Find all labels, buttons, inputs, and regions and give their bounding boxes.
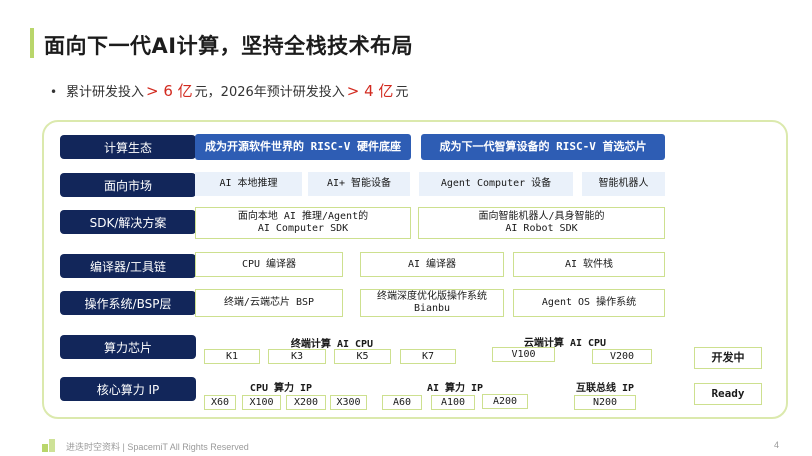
ip-bus-title: 互联总线 IP <box>575 383 635 394</box>
ip-x300: X300 <box>330 395 367 410</box>
bullet-pre: 累计研发投入 <box>66 85 145 100</box>
row-label-sdk: SDK/解决方案 <box>60 210 196 234</box>
footer-copyright: 进迭时空资料 | SpacemiT All Rights Reserved <box>66 442 249 452</box>
market-box-robot: 智能机器人 <box>582 172 665 196</box>
chip-v100: V100 <box>492 347 555 362</box>
os-bianbu-box: 终端深度优化版操作系统 Bianbu <box>360 289 504 317</box>
sdk-ai-robot-box: 面向智能机器人/具身智能的 AI Robot SDK <box>418 207 665 239</box>
ip-x60: X60 <box>204 395 236 410</box>
chip-k7: K7 <box>400 349 456 364</box>
sdk-ai-robot-line1: 面向智能机器人/具身智能的 <box>478 211 605 222</box>
chip-v200: V200 <box>592 349 652 364</box>
ip-cpu-title: CPU 算力 IP <box>249 383 313 394</box>
chip-k5: K5 <box>334 349 391 364</box>
bullet-mid: 元，2026年预计研发投入 <box>194 85 345 100</box>
ip-x200: X200 <box>286 395 326 410</box>
sdk-ai-computer-line2: AI Computer SDK <box>257 223 349 234</box>
page-number: 4 <box>774 440 780 450</box>
row-label-ecosystem: 计算生态 <box>60 135 196 159</box>
ip-n200: N200 <box>574 395 636 410</box>
os-agent-box: Agent OS 操作系统 <box>513 289 665 317</box>
compiler-ai-stack-box: AI 软件栈 <box>513 252 665 277</box>
row-label-os: 操作系统/BSP层 <box>60 291 196 315</box>
row-label-compiler: 编译器/工具链 <box>60 254 196 278</box>
bullet-highlight-2: > 4 亿 <box>346 82 394 100</box>
chip-terminal-title: 终端计算 AI CPU <box>290 339 374 350</box>
bullet-post: 元 <box>395 85 409 100</box>
compiler-cpu-box: CPU 编译器 <box>195 252 343 277</box>
bullet-highlight-1: > 6 亿 <box>146 82 193 100</box>
ecosystem-left-box: 成为开源软件世界的 RISC-V 硬件底座 <box>195 134 411 160</box>
ip-a200: A200 <box>482 394 528 409</box>
ip-status-badge: Ready <box>694 383 762 405</box>
ip-a60: A60 <box>382 395 422 410</box>
compiler-ai-box: AI 编译器 <box>360 252 504 277</box>
chip-status-badge: 开发中 <box>694 347 762 369</box>
market-box-smart-devices: AI+ 智能设备 <box>308 172 410 196</box>
title-accent-bar <box>30 28 34 58</box>
ecosystem-right-box: 成为下一代智算设备的 RISC-V 首选芯片 <box>421 134 665 160</box>
spacemit-logo-icon <box>42 439 55 452</box>
row-label-market: 面向市场 <box>60 173 196 197</box>
bullet-dot: • <box>50 85 58 99</box>
ip-x100: X100 <box>242 395 281 410</box>
sdk-ai-computer-box: 面向本地 AI 推理/Agent的 AI Computer SDK <box>195 207 411 239</box>
chip-k1: K1 <box>204 349 260 364</box>
os-bianbu-line2: Bianbu <box>413 303 451 314</box>
row-label-chip: 算力芯片 <box>60 335 196 359</box>
os-bianbu-line1: 终端深度优化版操作系统 <box>377 291 487 302</box>
os-bsp-box: 终端/云端芯片 BSP <box>195 289 343 317</box>
rd-investment-bullet: • 累计研发投入 > 6 亿 元，2026年预计研发投入 > 4 亿 元 <box>50 80 408 101</box>
page-title: 面向下一代AI计算，坚持全栈技术布局 <box>44 34 414 58</box>
row-label-ip: 核心算力 IP <box>60 377 196 401</box>
ip-a100: A100 <box>431 395 475 410</box>
chip-k3: K3 <box>268 349 326 364</box>
sdk-ai-robot-line2: AI Robot SDK <box>505 223 578 234</box>
ip-ai-title: AI 算力 IP <box>426 383 484 394</box>
sdk-ai-computer-line1: 面向本地 AI 推理/Agent的 <box>237 211 369 222</box>
market-box-local-inference: AI 本地推理 <box>195 172 302 196</box>
market-box-agent-computer: Agent Computer 设备 <box>419 172 573 196</box>
